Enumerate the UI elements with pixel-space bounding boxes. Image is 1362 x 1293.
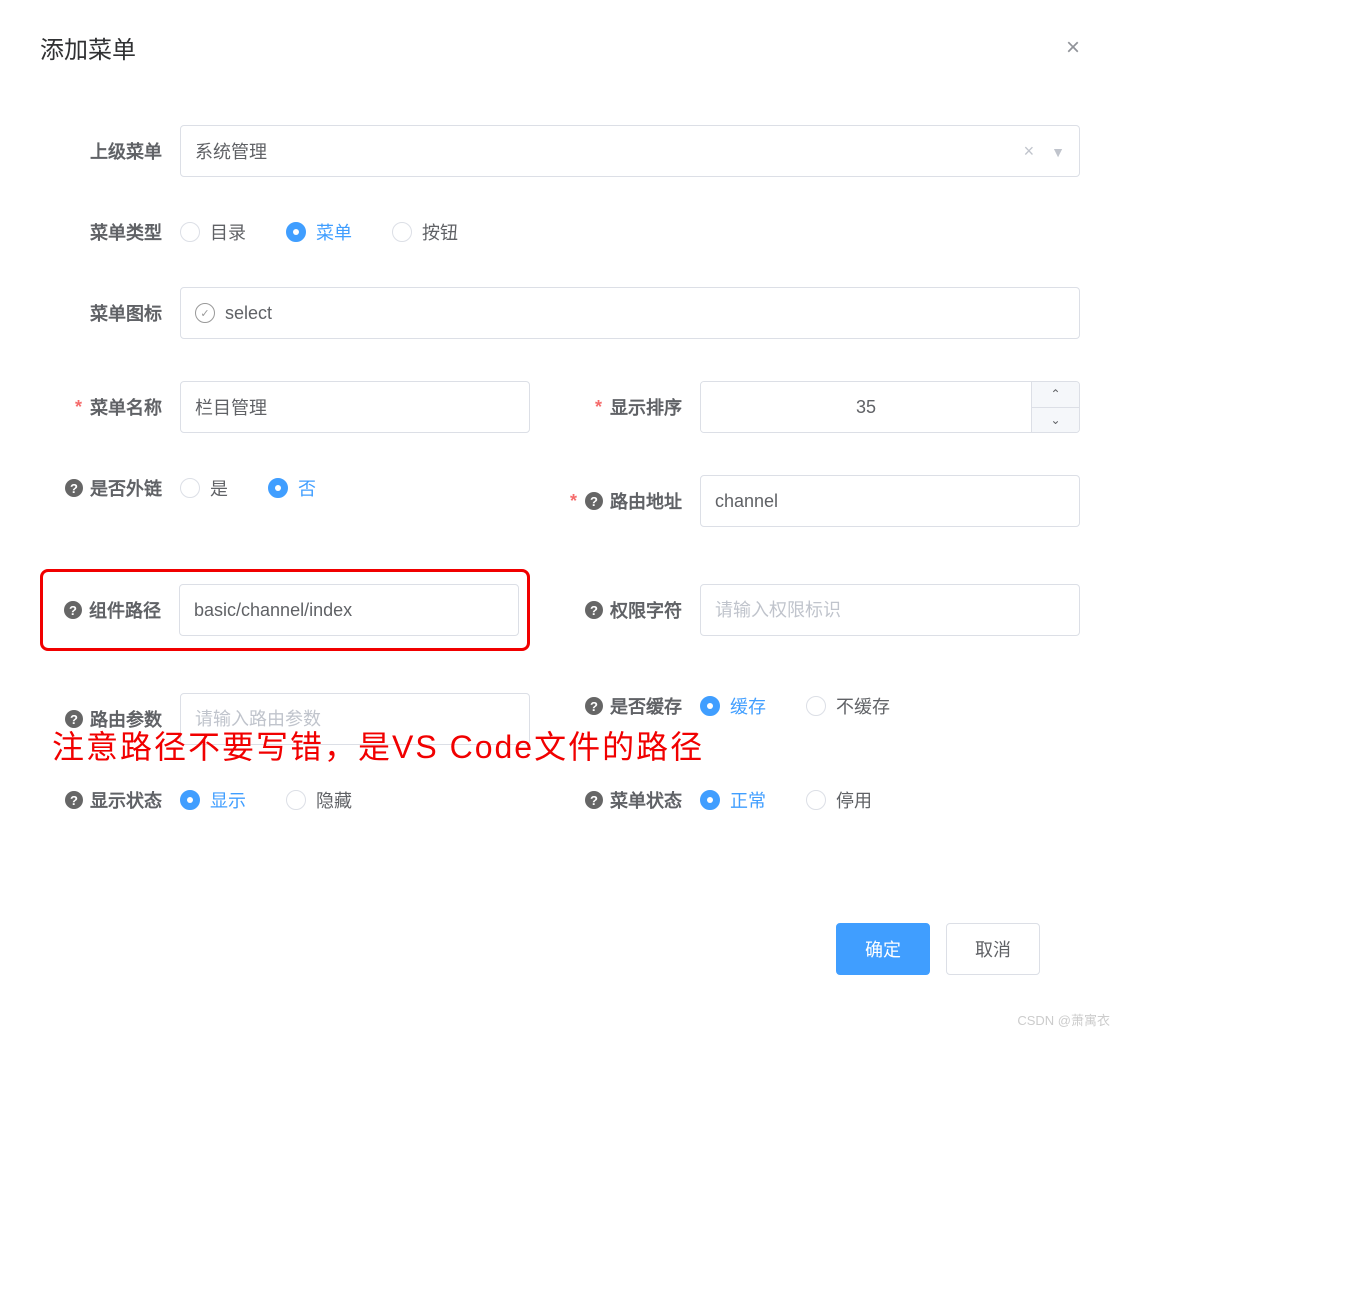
chevron-down-icon: ▼ [1051, 144, 1065, 160]
parent-menu-select[interactable]: 系统管理 × ▼ [180, 125, 1080, 177]
annotation-text: 注意路径不要写错，是VS Code文件的路径 [52, 722, 704, 768]
display-order-stepper[interactable]: ⌃ ⌄ [700, 381, 1080, 433]
radio-display-hide[interactable]: 隐藏 [286, 787, 352, 813]
dialog-footer: 确定 取消 [40, 893, 1080, 1005]
menu-icon-label: 菜单图标 [40, 300, 180, 326]
radio-external-yes[interactable]: 是 [180, 475, 228, 501]
radio-cache-no[interactable]: 不缓存 [806, 693, 890, 719]
is-cache-radios: 缓存 不缓存 [700, 693, 1080, 719]
help-icon[interactable]: ? [65, 791, 83, 809]
add-menu-dialog: 添加菜单 × 上级菜单 系统管理 × ▼ 菜单类型 [0, 0, 1120, 1035]
dialog-title: 添加菜单 [40, 30, 136, 65]
menu-type-radios: 目录 菜单 按钮 [180, 219, 1080, 245]
menu-status-label: ? 菜单状态 [560, 787, 700, 813]
dialog-header: 添加菜单 × [40, 30, 1080, 65]
help-icon[interactable]: ? [585, 791, 603, 809]
help-icon[interactable]: ? [585, 601, 603, 619]
component-path-label: ? 组件路径 [51, 597, 179, 623]
menu-name-label: 菜单名称 [40, 394, 180, 420]
menu-status-radios: 正常 停用 [700, 787, 1080, 813]
confirm-button[interactable]: 确定 [836, 923, 930, 975]
radio-button[interactable]: 按钮 [392, 219, 458, 245]
menu-icon-value: select [225, 303, 272, 324]
is-cache-label: ? 是否缓存 [560, 693, 700, 719]
display-order-input[interactable] [701, 382, 1031, 432]
help-icon[interactable]: ? [64, 601, 82, 619]
is-external-radios: 是 否 [180, 475, 560, 501]
radio-external-no[interactable]: 否 [268, 475, 316, 501]
check-circle-icon: ✓ [195, 303, 215, 323]
radio-menu[interactable]: 菜单 [286, 219, 352, 245]
watermark: CSDN @萧寓衣 [1017, 1010, 1110, 1029]
clear-icon[interactable]: × [1024, 141, 1035, 161]
route-address-input[interactable] [700, 475, 1080, 527]
menu-icon-select[interactable]: ✓ select [180, 287, 1080, 339]
radio-display-show[interactable]: 显示 [180, 787, 246, 813]
radio-directory[interactable]: 目录 [180, 219, 246, 245]
help-icon[interactable]: ? [585, 492, 603, 510]
parent-menu-value: 系统管理 [195, 138, 267, 164]
radio-cache-yes[interactable]: 缓存 [700, 693, 766, 719]
display-order-label: 显示排序 [560, 394, 700, 420]
stepper-up-icon[interactable]: ⌃ [1032, 382, 1079, 408]
cancel-button[interactable]: 取消 [946, 923, 1040, 975]
stepper-down-icon[interactable]: ⌄ [1032, 408, 1079, 433]
parent-menu-label: 上级菜单 [40, 138, 180, 164]
display-status-radios: 显示 隐藏 [180, 787, 560, 813]
permission-input[interactable] [700, 584, 1080, 636]
radio-status-normal[interactable]: 正常 [700, 787, 766, 813]
is-external-label: ? 是否外链 [40, 475, 180, 501]
close-icon[interactable]: × [1066, 34, 1080, 62]
display-status-label: ? 显示状态 [40, 787, 180, 813]
help-icon[interactable]: ? [585, 697, 603, 715]
radio-status-disabled[interactable]: 停用 [806, 787, 872, 813]
help-icon[interactable]: ? [65, 479, 83, 497]
menu-type-label: 菜单类型 [40, 219, 180, 245]
permission-label: ? 权限字符 [560, 597, 700, 623]
route-address-label: ? 路由地址 [560, 488, 700, 514]
menu-name-input[interactable] [180, 381, 530, 433]
component-path-input[interactable] [179, 584, 519, 636]
component-path-highlight: ? 组件路径 [40, 569, 530, 651]
